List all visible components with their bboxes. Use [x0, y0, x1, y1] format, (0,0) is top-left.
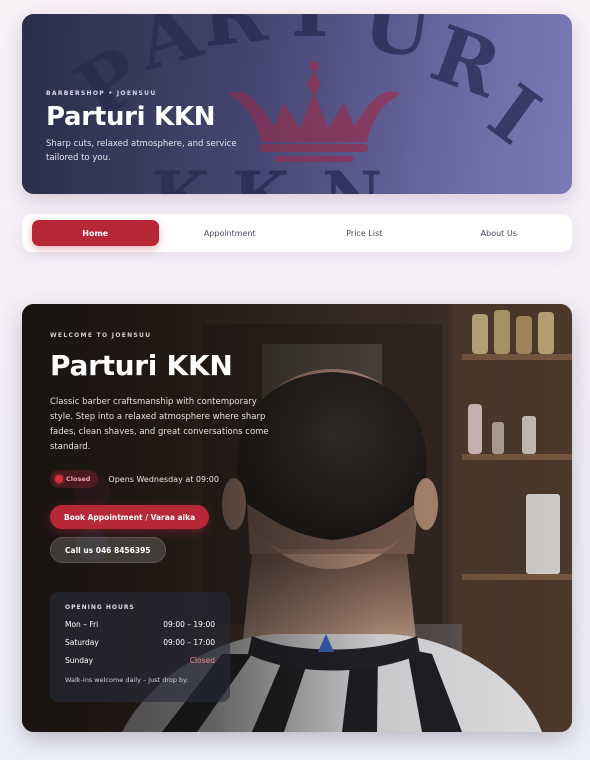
hours-note: Walk-ins welcome daily – just drop by. — [65, 676, 189, 684]
open-status: Closed Opens Wednesday at 09:00 — [50, 469, 290, 489]
header-kicker: BARBERSHOP • JOENSUU — [46, 90, 157, 97]
status-badge: Closed — [50, 470, 99, 488]
hero-kicker: WELCOME TO JOENSUU — [50, 332, 152, 339]
hero-section: WELCOME TO JOENSUU Parturi KKN Classic b… — [22, 304, 572, 732]
hours-day: Saturday — [65, 638, 99, 647]
header-banner: P A R T U R I K K N BARBE — [22, 14, 572, 194]
site-title: Parturi KKN — [46, 102, 216, 132]
hours-time: 09:00 – 17:00 — [163, 638, 215, 647]
tab-home[interactable]: Home — [32, 220, 159, 246]
hero-description: Classic barber craftsmanship with contem… — [50, 397, 269, 452]
opening-hours-card: OPENING HOURS Mon – Fri 09:00 – 19:00 Sa… — [50, 592, 230, 702]
tab-appointment[interactable]: Appointment — [167, 220, 294, 246]
hours-row: Sunday Closed — [65, 656, 215, 665]
hours-day: Sunday — [65, 656, 94, 665]
book-appointment-button[interactable]: Book Appointment / Varaa aika — [50, 505, 210, 529]
hours-time: 09:00 – 19:00 — [163, 620, 215, 629]
hours-title: OPENING HOURS — [65, 604, 135, 611]
tab-about-us[interactable]: About Us — [436, 220, 563, 246]
header-subtitle: Sharp cuts, relaxed atmosphere, and serv… — [46, 139, 237, 163]
hours-row: Saturday 09:00 – 17:00 — [65, 638, 215, 647]
hero-title: Parturi KKN — [50, 349, 233, 382]
hours-time: Closed — [189, 656, 215, 665]
tab-price-list[interactable]: Price List — [301, 220, 428, 246]
status-dot-icon — [55, 475, 63, 483]
status-badge-label: Closed — [66, 475, 91, 483]
main-nav: Home Appointment Price List About Us — [22, 214, 572, 252]
hours-day: Mon – Fri — [65, 620, 99, 629]
status-text: Opens Wednesday at 09:00 — [108, 474, 219, 484]
hours-row: Mon – Fri 09:00 – 19:00 — [65, 620, 215, 629]
call-button[interactable]: Call us 046 8456395 — [50, 537, 166, 563]
